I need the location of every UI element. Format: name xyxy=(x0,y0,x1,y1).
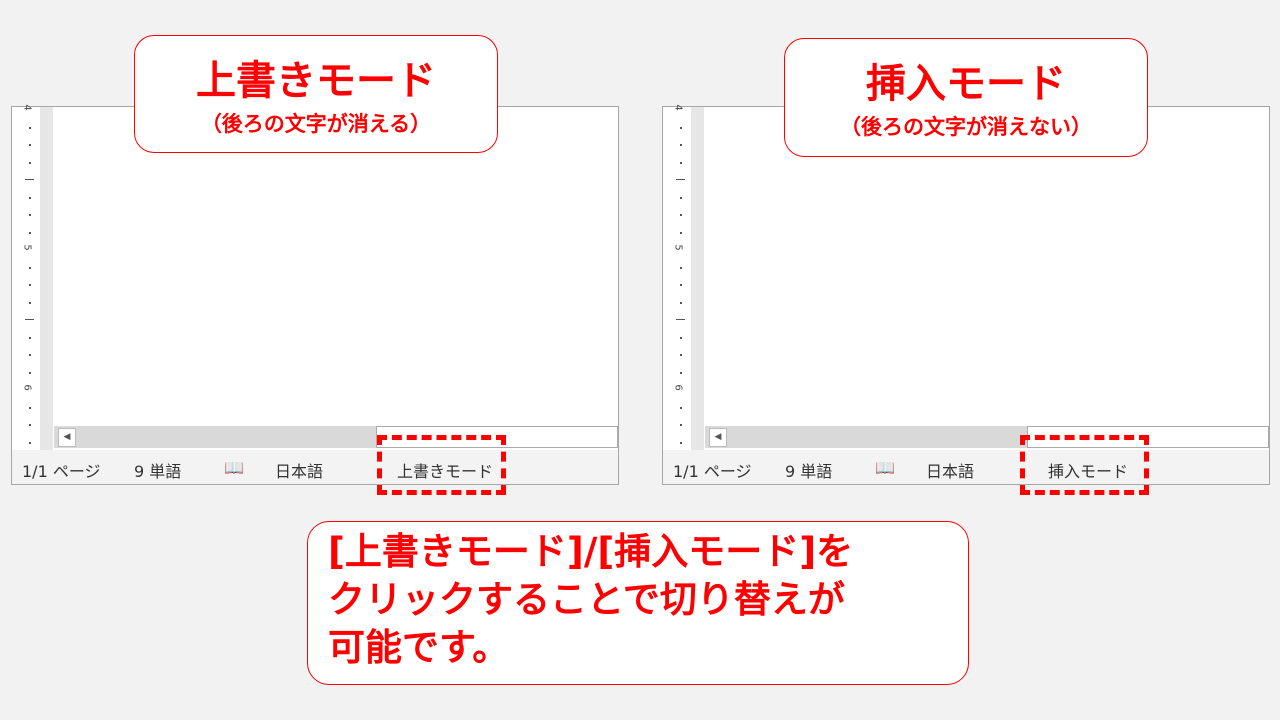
ruler-tick xyxy=(680,196,682,199)
ruler-tick xyxy=(29,144,31,146)
note-line: 可能です。 xyxy=(328,626,510,669)
callout-title: 上書きモード xyxy=(196,58,436,104)
ruler-margin xyxy=(691,107,704,450)
ruler-tick xyxy=(680,126,682,129)
ruler-label: 6 xyxy=(672,384,684,391)
ruler-tick xyxy=(29,406,31,409)
word-window-overwrite: 4 5 6 ◀ 1/1 ページ 9 単語 📖 日本語 上書きモード xyxy=(11,104,619,485)
ruler-label: 5 xyxy=(21,244,33,251)
language-indicator[interactable]: 日本語 xyxy=(926,458,974,482)
ruler-tick xyxy=(29,196,31,199)
ruler-tick xyxy=(29,301,31,304)
proofing-book-icon[interactable]: 📖 xyxy=(875,458,895,477)
ruler-tick xyxy=(29,336,31,339)
word-window-insert: 4 5 6 ◀ 1/1 ページ 9 単語 📖 日本語 挿入モード xyxy=(662,104,1270,485)
note-line: クリックすることで切り替えが xyxy=(328,578,845,621)
ruler-label: 6 xyxy=(21,384,33,391)
ruler-major-tick xyxy=(676,179,685,180)
note-line: [上書きモード]/[挿入モード]を xyxy=(328,530,854,573)
vertical-ruler: 4 5 6 xyxy=(671,104,691,450)
word-count[interactable]: 9 単語 xyxy=(134,458,181,482)
scroll-left-button[interactable]: ◀ xyxy=(709,428,727,447)
instruction-note: [上書きモード]/[挿入モード]を クリックすることで切り替えが 可能です。 xyxy=(307,521,969,685)
ruler-tick xyxy=(29,214,31,216)
ruler-major-tick xyxy=(25,179,34,180)
ruler-label: 5 xyxy=(672,244,684,251)
ruler-tick xyxy=(29,371,31,374)
ruler-major-tick xyxy=(25,319,34,320)
highlight-insert-mode xyxy=(1020,435,1149,495)
callout-subtitle: （後ろの文字が消えない） xyxy=(840,115,1092,139)
ruler-tick xyxy=(29,424,31,426)
language-indicator[interactable]: 日本語 xyxy=(275,458,323,482)
ruler-tick xyxy=(29,441,31,444)
status-bar: 1/1 ページ 9 単語 📖 日本語 挿入モード xyxy=(663,450,1269,484)
callout-title: 挿入モード xyxy=(866,61,1066,107)
ruler-tick xyxy=(680,214,682,216)
ruler-label: 4 xyxy=(672,104,684,111)
highlight-overwrite-mode xyxy=(377,435,506,495)
ruler-tick xyxy=(680,266,682,269)
ruler-tick xyxy=(29,266,31,269)
proofing-book-icon[interactable]: 📖 xyxy=(224,458,244,477)
ruler-margin xyxy=(40,107,53,450)
ruler-major-tick xyxy=(676,319,685,320)
ruler-tick xyxy=(680,284,682,286)
ruler-tick xyxy=(680,161,682,164)
overwrite-callout: 上書きモード （後ろの文字が消える） xyxy=(134,35,498,153)
ruler-tick xyxy=(680,371,682,374)
status-bar: 1/1 ページ 9 単語 📖 日本語 上書きモード xyxy=(12,450,618,484)
ruler-tick xyxy=(680,336,682,339)
ruler-tick xyxy=(29,284,31,286)
ruler-label: 4 xyxy=(21,104,33,111)
ruler-tick xyxy=(680,354,682,356)
insert-callout: 挿入モード （後ろの文字が消えない） xyxy=(784,38,1148,157)
page-count[interactable]: 1/1 ページ xyxy=(22,458,101,482)
page-count[interactable]: 1/1 ページ xyxy=(673,458,752,482)
horizontal-scrollbar[interactable]: ◀ xyxy=(705,426,1269,448)
callout-subtitle: （後ろの文字が消える） xyxy=(200,112,432,136)
ruler-tick xyxy=(680,441,682,444)
ruler-tick xyxy=(29,231,31,234)
horizontal-scrollbar[interactable]: ◀ xyxy=(54,426,618,448)
vertical-ruler: 4 5 6 xyxy=(20,104,40,450)
word-count[interactable]: 9 単語 xyxy=(785,458,832,482)
ruler-tick xyxy=(680,406,682,409)
ruler-tick xyxy=(680,301,682,304)
scroll-left-button[interactable]: ◀ xyxy=(58,428,76,447)
ruler-tick xyxy=(680,144,682,146)
ruler-tick xyxy=(29,126,31,129)
ruler-tick xyxy=(680,424,682,426)
ruler-tick xyxy=(29,354,31,356)
ruler-tick xyxy=(29,161,31,164)
ruler-tick xyxy=(680,231,682,234)
